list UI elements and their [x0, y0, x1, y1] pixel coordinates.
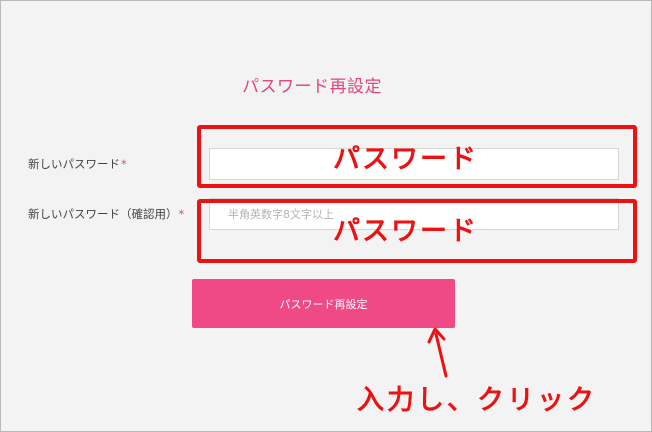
confirm-password-label: 新しいパスワード（確認用）* [28, 206, 184, 222]
reset-password-button[interactable]: パスワード再設定 [192, 279, 455, 328]
annotation-password-text: パスワード [333, 216, 478, 247]
page-title: パスワード再設定 [242, 77, 382, 97]
annotation-instruction-text: 入力し、クリック [357, 385, 597, 416]
new-password-label-text: 新しいパスワード [28, 157, 120, 171]
required-mark: * [178, 207, 185, 221]
confirm-password-label-text: 新しいパスワード（確認用） [28, 207, 178, 221]
annotation-password-text: パスワード [333, 144, 478, 175]
new-password-label: 新しいパスワード* [28, 156, 127, 172]
required-mark: * [121, 157, 127, 171]
